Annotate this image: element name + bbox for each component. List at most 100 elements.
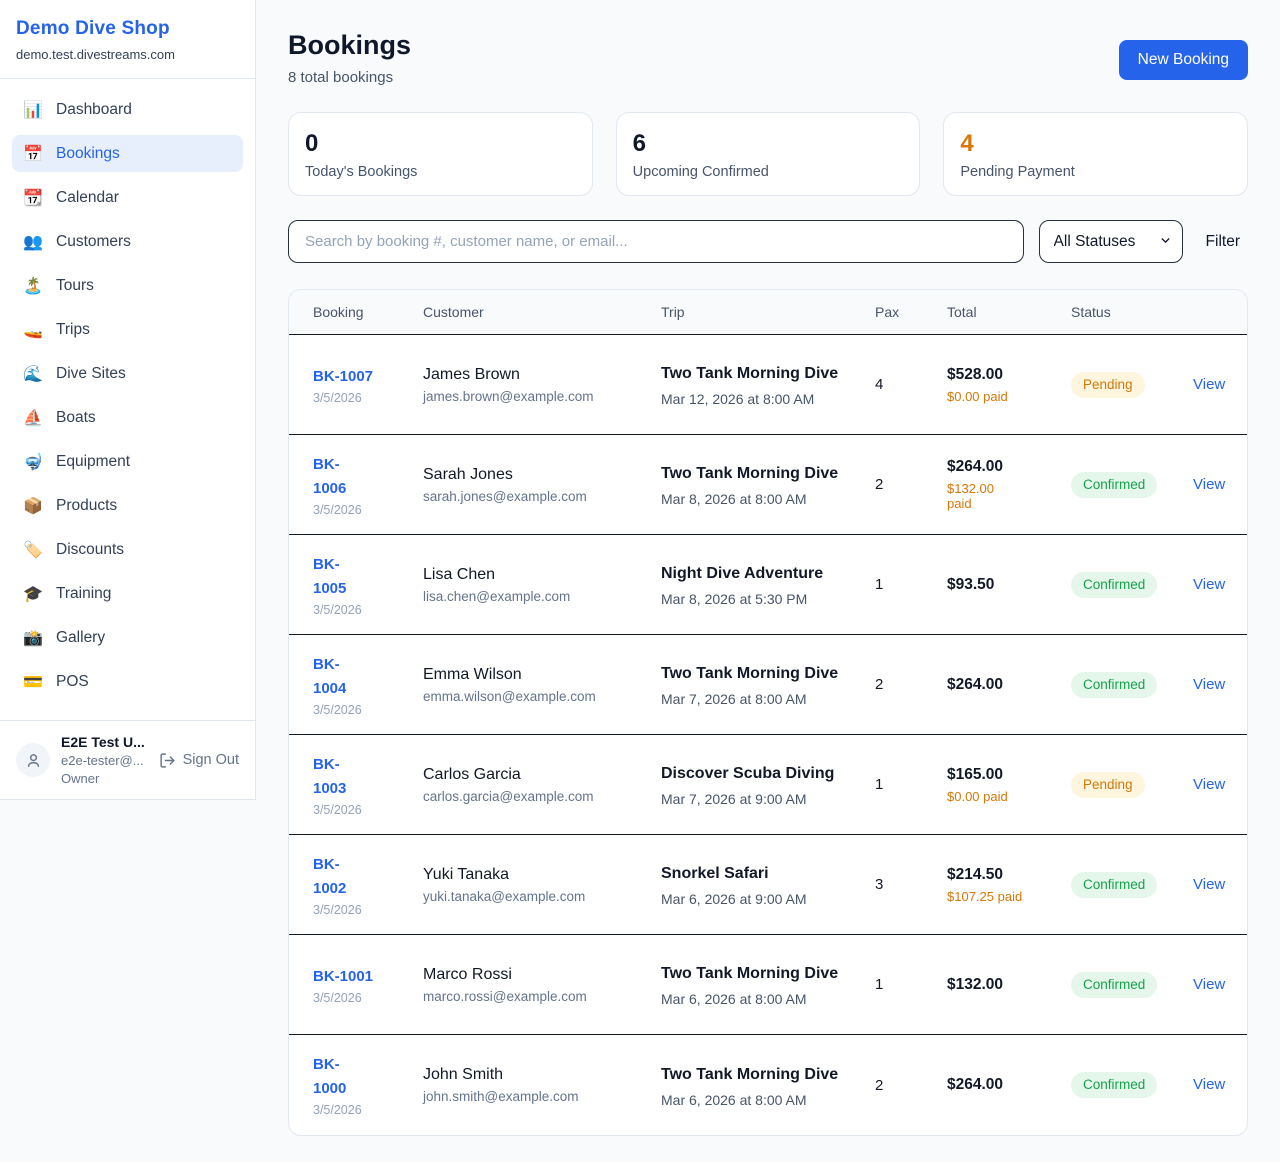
pax-cell: 1 [875,576,947,593]
customer-name: Lisa Chen [423,566,649,584]
sidebar-item-bookings[interactable]: 📅Bookings [12,135,243,172]
trip-name: Night Dive Adventure [661,562,863,586]
stat-value: 6 [633,130,904,158]
sidebar-item-training[interactable]: 🎓Training [12,575,243,612]
actions-cell: View [1193,676,1237,694]
booking-id-link[interactable]: BK-1002 [313,853,411,901]
status-badge: Confirmed [1071,972,1157,998]
status-select[interactable]: All Statuses [1039,220,1183,263]
sidebar-item-equipment[interactable]: 🤿Equipment [12,443,243,480]
pax-value: 1 [875,976,935,993]
total-amount: $264.00 [947,1076,1059,1094]
table-row: BK-10073/5/2026James Brownjames.brown@ex… [289,335,1247,435]
stat-card: 0Today's Bookings [288,112,593,196]
view-link[interactable]: View [1193,376,1225,393]
booking-id-link[interactable]: BK-1000 [313,1053,411,1101]
booking-id-link[interactable]: BK-1005 [313,553,411,601]
paid-amount: $0.00 paid [947,389,1059,404]
search-input[interactable] [288,220,1024,263]
table-row: BK-10013/5/2026Marco Rossimarco.rossi@ex… [289,935,1247,1035]
customer-cell: James Brownjames.brown@example.com [423,366,661,404]
booking-id-link[interactable]: BK-1001 [313,965,411,989]
sidebar-item-pos[interactable]: 💳POS [12,663,243,700]
status-cell: Confirmed [1071,872,1193,898]
view-link[interactable]: View [1193,676,1225,693]
shop-title: Demo Dive Shop [16,18,239,40]
sign-out-button[interactable]: Sign Out [159,752,239,769]
trip-name: Two Tank Morning Dive [661,662,863,686]
booking-id-link[interactable]: BK-1003 [313,753,411,801]
booking-id-link[interactable]: BK-1004 [313,653,411,701]
customer-name: Carlos Garcia [423,766,649,784]
sidebar-item-calendar[interactable]: 📆Calendar [12,179,243,216]
sidebar-item-tours[interactable]: 🏝️Tours [12,267,243,304]
booking-date: 3/5/2026 [313,991,411,1005]
booking-cell: BK-10033/5/2026 [313,753,423,817]
sidebar-user-section: E2E Test U... e2e-tester@... Owner Sign … [0,720,255,799]
view-link[interactable]: View [1193,876,1225,893]
status-badge: Confirmed [1071,672,1157,698]
status-badge: Confirmed [1071,472,1157,498]
customer-email: john.smith@example.com [423,1089,649,1104]
sidebar-item-label: Dashboard [56,101,132,119]
booking-date: 3/5/2026 [313,703,411,717]
sidebar-item-products[interactable]: 📦Products [12,487,243,524]
total-cell: $264.00 [947,1076,1071,1094]
actions-cell: View [1193,776,1237,794]
customer-email: sarah.jones@example.com [423,489,649,504]
actions-cell: View [1193,876,1237,894]
pax-cell: 2 [875,476,947,493]
view-link[interactable]: View [1193,976,1225,993]
trip-date: Mar 8, 2026 at 5:30 PM [661,591,863,607]
view-link[interactable]: View [1193,776,1225,793]
view-link[interactable]: View [1193,1076,1225,1093]
sidebar: Demo Dive Shop demo.test.divestreams.com… [0,0,256,800]
sidebar-item-label: Discounts [56,541,124,559]
sidebar-item-gallery[interactable]: 📸Gallery [12,619,243,656]
trip-name: Two Tank Morning Dive [661,1063,863,1087]
total-amount: $165.00 [947,766,1059,784]
new-booking-button[interactable]: New Booking [1119,40,1248,80]
sidebar-item-label: Bookings [56,145,120,163]
sidebar-item-label: Training [56,585,111,603]
booking-date: 3/5/2026 [313,903,411,917]
view-link[interactable]: View [1193,476,1225,493]
pax-cell: 1 [875,976,947,993]
sidebar-item-dashboard[interactable]: 📊Dashboard [12,91,243,128]
customer-cell: John Smithjohn.smith@example.com [423,1066,661,1104]
sidebar-item-trips[interactable]: 🚤Trips [12,311,243,348]
booking-cell: BK-10063/5/2026 [313,453,423,517]
filter-row: All Statuses Filter [288,220,1248,263]
user-name: E2E Test U... [61,734,145,750]
view-link[interactable]: View [1193,576,1225,593]
pax-cell: 3 [875,876,947,893]
total-amount: $264.00 [947,458,1059,476]
sidebar-item-dive-sites[interactable]: 🌊Dive Sites [12,355,243,392]
actions-cell: View [1193,476,1237,494]
sidebar-item-label: POS [56,673,89,691]
booking-id-link[interactable]: BK-1006 [313,453,411,501]
table-header-row: BookingCustomerTripPaxTotalStatus [289,290,1247,335]
sidebar-item-label: Calendar [56,189,119,207]
trip-cell: Snorkel SafariMar 6, 2026 at 9:00 AM [661,862,875,907]
sidebar-item-discounts[interactable]: 🏷️Discounts [12,531,243,568]
trip-cell: Two Tank Morning DiveMar 7, 2026 at 8:00… [661,662,875,707]
status-cell: Confirmed [1071,472,1193,498]
filter-button[interactable]: Filter [1198,233,1248,251]
bookings-table: BookingCustomerTripPaxTotalStatus BK-100… [288,289,1248,1136]
table-row: BK-10033/5/2026Carlos Garciacarlos.garci… [289,735,1247,835]
booking-id-link[interactable]: BK-1007 [313,365,411,389]
stat-label: Upcoming Confirmed [633,164,904,180]
sidebar-item-customers[interactable]: 👥Customers [12,223,243,260]
pax-value: 3 [875,876,935,893]
trip-name: Two Tank Morning Dive [661,462,863,486]
booking-cell: BK-10073/5/2026 [313,365,423,405]
sidebar-item-boats[interactable]: ⛵Boats [12,399,243,436]
total-cell: $264.00$132.00 paid [947,458,1071,511]
pax-cell: 4 [875,376,947,393]
shop-domain: demo.test.divestreams.com [16,47,239,62]
page-subtitle: 8 total bookings [288,69,411,86]
trip-cell: Two Tank Morning DiveMar 12, 2026 at 8:0… [661,362,875,407]
customer-email: marco.rossi@example.com [423,989,649,1004]
customer-email: lisa.chen@example.com [423,589,649,604]
